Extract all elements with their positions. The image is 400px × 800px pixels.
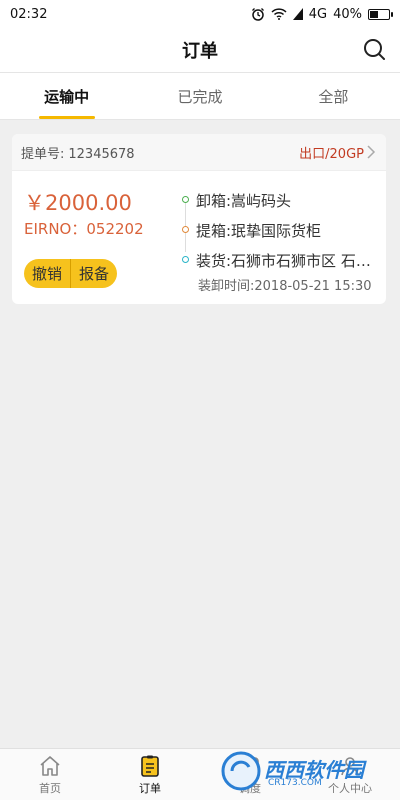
tab-in-transit[interactable]: 运输中 xyxy=(0,73,133,119)
stop-dot xyxy=(182,196,189,203)
stop-text: 提箱:珉挚国际货柜 xyxy=(196,221,322,240)
route-list: 卸箱:嵩屿码头 提箱:珉挚国际货柜 装货:石狮市石狮市区 石狮市 xyxy=(182,185,378,275)
cancel-button[interactable]: 撤销 xyxy=(24,259,70,288)
eir-number: EIRNO：052202 xyxy=(24,220,144,238)
order-tabs: 运输中 已完成 全部 xyxy=(0,72,400,120)
home-icon xyxy=(40,755,60,776)
battery-percent: 40% xyxy=(333,6,362,22)
tab-all[interactable]: 全部 xyxy=(267,73,400,119)
order-card-body: ￥2000.00 EIRNO：052202 撤销 报备 卸箱:嵩屿码头 提箱:珉… xyxy=(12,171,386,304)
order-number: 提单号: 12345678 xyxy=(21,143,135,162)
page-title: 订单 xyxy=(182,41,218,62)
stop-dot xyxy=(182,226,189,233)
order-number-label: 提单号: xyxy=(21,146,65,162)
wifi-icon xyxy=(271,8,287,20)
search-icon[interactable] xyxy=(362,37,386,61)
tab-completed[interactable]: 已完成 xyxy=(133,73,266,119)
order-card-header: 提单号: 12345678 出口/20GP xyxy=(12,134,386,171)
route-stop-load: 装货:石狮市石狮市区 石狮市 xyxy=(182,245,378,275)
watermark-logo-icon xyxy=(221,751,261,791)
stop-text: 卸箱:嵩屿码头 xyxy=(196,191,292,210)
alarm-icon xyxy=(251,8,264,21)
network-type: 4G xyxy=(308,6,328,22)
route-stop-unload: 卸箱:嵩屿码头 xyxy=(182,185,378,215)
order-price: ￥2000.00 xyxy=(24,191,132,215)
status-time: 02:32 xyxy=(10,6,48,22)
order-detail-link[interactable]: 出口/20GP xyxy=(299,143,376,162)
nav-home[interactable]: 首页 xyxy=(0,749,100,800)
nav-label: 订单 xyxy=(139,781,161,795)
stop-text: 装货:石狮市石狮市区 石狮市 xyxy=(196,251,378,270)
load-time: 装卸时间:2018-05-21 15:30 xyxy=(198,279,372,294)
stop-dot xyxy=(182,256,189,263)
order-icon xyxy=(141,755,159,777)
nav-label: 首页 xyxy=(39,781,61,795)
app-header: 订单 xyxy=(0,28,400,72)
status-bar: 02:32 4G 40% xyxy=(0,0,400,28)
chevron-right-icon xyxy=(367,145,376,159)
order-actions: 撤销 报备 xyxy=(24,259,118,288)
battery-icon xyxy=(368,8,393,20)
cargo-type: 出口/20GP xyxy=(299,146,364,162)
watermark-subtitle: CR173.COM xyxy=(268,778,322,788)
order-number-value: 12345678 xyxy=(68,146,135,162)
report-button[interactable]: 报备 xyxy=(70,259,117,288)
order-card[interactable]: 提单号: 12345678 出口/20GP ￥2000.00 EIRNO：0522… xyxy=(12,134,386,304)
nav-orders[interactable]: 订单 xyxy=(100,749,200,800)
signal-icon xyxy=(292,8,303,20)
route-stop-pickup: 提箱:珉挚国际货柜 xyxy=(182,215,378,245)
status-icons: 4G 40% xyxy=(251,6,393,22)
site-watermark: 西西软件园 CR173.COM xyxy=(220,748,380,794)
